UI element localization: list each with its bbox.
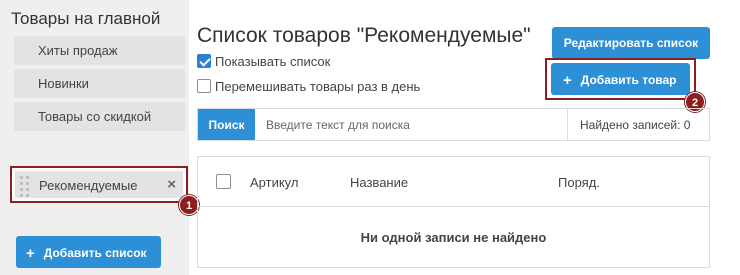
page-title: Список товаров "Рекомендуемые"	[197, 24, 531, 47]
step-badge-1: 1	[179, 195, 199, 215]
sidebar-item-discount[interactable]: Товары со скидкой	[14, 102, 185, 131]
edit-list-button[interactable]: Редактировать список	[552, 27, 710, 59]
select-all-checkbox[interactable]	[216, 174, 231, 189]
records-found-count: Найдено записей: 0	[567, 109, 709, 140]
sidebar-item-label: Рекомендуемые	[39, 178, 138, 193]
sidebar-item-recommended-highlight[interactable]: Рекомендуемые ×	[10, 166, 188, 203]
show-list-checkbox[interactable]	[197, 54, 211, 68]
shuffle-checkbox-row[interactable]: Перемешивать товары раз в день	[197, 79, 420, 94]
add-item-label: Добавить товар	[580, 73, 677, 87]
column-sku[interactable]: Артикул	[250, 175, 298, 190]
empty-table-message: Ни одной записи не найдено	[360, 230, 547, 245]
plus-icon: +	[563, 72, 572, 89]
plus-icon: +	[26, 245, 35, 262]
search-bar: Поиск Найдено записей: 0	[197, 108, 710, 141]
show-list-checkbox-row[interactable]: Показывать список	[197, 54, 330, 69]
shuffle-checkbox[interactable]	[197, 79, 211, 93]
column-order[interactable]: Поряд.	[558, 175, 600, 190]
add-list-button[interactable]: + Добавить список	[16, 236, 161, 268]
drag-handle-icon[interactable]	[20, 175, 30, 197]
add-item-highlight: + Добавить товар	[545, 58, 696, 100]
sidebar: Товары на главной Хиты продаж Новинки То…	[0, 0, 189, 275]
shuffle-label: Перемешивать товары раз в день	[215, 79, 421, 94]
sidebar-item-recommended[interactable]: Рекомендуемые ×	[15, 171, 183, 198]
products-table: Артикул Название Поряд. Ни одной записи …	[197, 156, 710, 268]
sidebar-item-hits[interactable]: Хиты продаж	[14, 36, 185, 65]
show-list-label: Показывать список	[215, 54, 331, 69]
sidebar-item-new[interactable]: Новинки	[14, 69, 185, 98]
add-item-button[interactable]: + Добавить товар	[551, 63, 690, 95]
table-header: Артикул Название Поряд.	[198, 157, 709, 207]
close-icon[interactable]: ×	[167, 175, 176, 195]
add-list-label: Добавить список	[43, 246, 147, 260]
sidebar-title: Товары на главной	[11, 9, 161, 28]
search-button[interactable]: Поиск	[198, 109, 255, 140]
column-name[interactable]: Название	[350, 175, 408, 190]
